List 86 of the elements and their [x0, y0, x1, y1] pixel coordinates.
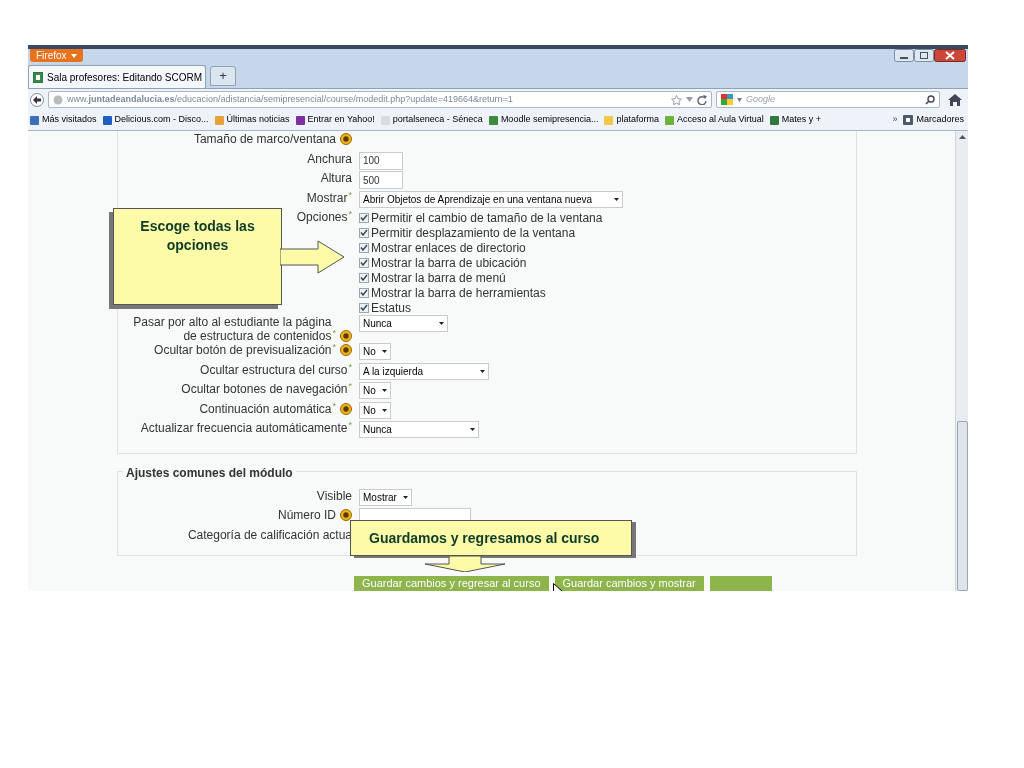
field-label: Visible [316, 488, 352, 503]
field-label: Número ID [278, 508, 336, 522]
required-mark: * [348, 382, 352, 391]
checkbox[interactable] [359, 272, 369, 283]
page-icon [33, 71, 43, 83]
field-label: Mostrar [306, 190, 348, 205]
select-field[interactable]: No [359, 382, 391, 399]
scrollbar-thumb[interactable] [956, 421, 968, 591]
field-label: Actualizar frecuencia automáticamente [140, 421, 348, 435]
bookmark-link[interactable]: Más visitados [30, 113, 97, 127]
bookmark-link[interactable]: Acceso al Aula Virtual [664, 113, 764, 127]
arrow-icon [425, 556, 505, 572]
select-field[interactable]: No [359, 343, 391, 360]
bookmark-link[interactable]: Moodle semipresencia... [488, 113, 599, 127]
caret-icon [70, 53, 77, 58]
field-label: Pasar por alto al estudiante la página de estructura de contenidos [132, 315, 332, 343]
search-icon [925, 94, 935, 105]
select-field[interactable]: Nunca [359, 315, 448, 332]
select-field[interactable]: A la izquierda [359, 362, 489, 380]
checkbox[interactable] [359, 257, 369, 268]
scroll-up-icon [958, 135, 966, 139]
checkbox-label: Permitir desplazamiento de la ventana [371, 224, 576, 242]
search-engine-icon [721, 94, 733, 105]
bookmark-link[interactable]: Últimas noticias [214, 113, 290, 127]
required-mark: * [348, 362, 352, 372]
checkbox-label: Mostrar la barra de herramientas [371, 284, 546, 302]
bookmarks-icon [903, 115, 914, 125]
dropdown-icon [402, 495, 408, 499]
select-field[interactable]: No [359, 401, 391, 419]
checkbox[interactable] [359, 242, 369, 253]
dropdown-icon [382, 408, 387, 412]
required-mark: * [348, 421, 352, 430]
close-icon [934, 49, 966, 62]
reload-icon [697, 94, 707, 105]
more-bookmarks-button[interactable]: » [892, 113, 898, 127]
checkbox[interactable] [359, 212, 369, 223]
dropdown-icon [614, 197, 619, 201]
bookmark-link[interactable]: Entrar en Yahoo! [295, 113, 375, 127]
bookmarks-menu-link[interactable]: Marcadores [903, 113, 964, 127]
back-icon [30, 92, 44, 107]
checkbox-label: Permitir el cambio de tamaño de la ventana [371, 209, 603, 227]
required-mark: * [332, 343, 336, 352]
dropdown-icon [470, 428, 475, 431]
minimize-icon [894, 49, 914, 62]
required-mark: * [348, 210, 352, 219]
required-mark: * [348, 190, 352, 200]
new-tab-button[interactable]: + [210, 66, 236, 86]
field-label: Anchura [307, 151, 352, 166]
checkbox-label: Mostrar la barra de menú [371, 269, 506, 287]
dropdown-icon [686, 97, 693, 102]
select-field[interactable]: Nunca [359, 421, 479, 438]
checkbox-label: Mostrar enlaces de directorio [371, 240, 526, 257]
required-mark: * [332, 401, 336, 411]
field-label: Continuación automática [199, 401, 332, 416]
field-label: Tamaño de marco/ventana [193, 132, 336, 146]
field-label: Ocultar botón de previsualización [154, 343, 332, 357]
checkbox-label: Mostrar la barra de ubicación [371, 254, 527, 272]
arrow-icon [280, 240, 345, 274]
bookmark-link[interactable]: Delicious.com - Disco... [102, 113, 209, 127]
bookmark-link[interactable]: portalseneca - Séneca [380, 113, 483, 127]
dropdown-icon [480, 369, 485, 373]
dropdown-icon [382, 350, 387, 353]
home-icon [948, 93, 962, 106]
star-icon [671, 94, 682, 105]
required-mark: * [332, 329, 336, 338]
maximize-icon [914, 49, 934, 62]
checkbox[interactable] [359, 287, 369, 298]
select-field[interactable]: Mostrar [359, 488, 412, 506]
text-field[interactable]: 100 [359, 151, 403, 170]
bookmark-link[interactable]: plataforma [604, 113, 659, 127]
checkbox-label: Estatus [371, 299, 412, 317]
text-field[interactable]: 500 [359, 171, 403, 189]
field-label: Ocultar estructura del curso [200, 362, 348, 377]
select-field[interactable]: Abrir Objetos de Aprendizaje en una ventana nueva [359, 190, 623, 208]
checkbox[interactable] [359, 227, 369, 238]
field-label: Altura [320, 171, 352, 185]
dropdown-icon [737, 97, 742, 102]
dropdown-icon [439, 322, 444, 325]
checkbox[interactable] [359, 302, 369, 313]
scrollbar[interactable] [955, 131, 968, 591]
address-bar[interactable]: www.juntadeandalucia.es/educacion/adistancia/semipresencial/course/modedit.php?update=419664&return=1 [48, 91, 712, 108]
dropdown-icon [382, 389, 387, 392]
browser-tab[interactable]: Sala profesores: Editando SCORM [28, 65, 206, 88]
field-label: Ocultar botones de navegación [181, 382, 348, 396]
bookmark-link[interactable]: Mates y + [769, 113, 822, 127]
field-label: Opciones [296, 210, 348, 224]
